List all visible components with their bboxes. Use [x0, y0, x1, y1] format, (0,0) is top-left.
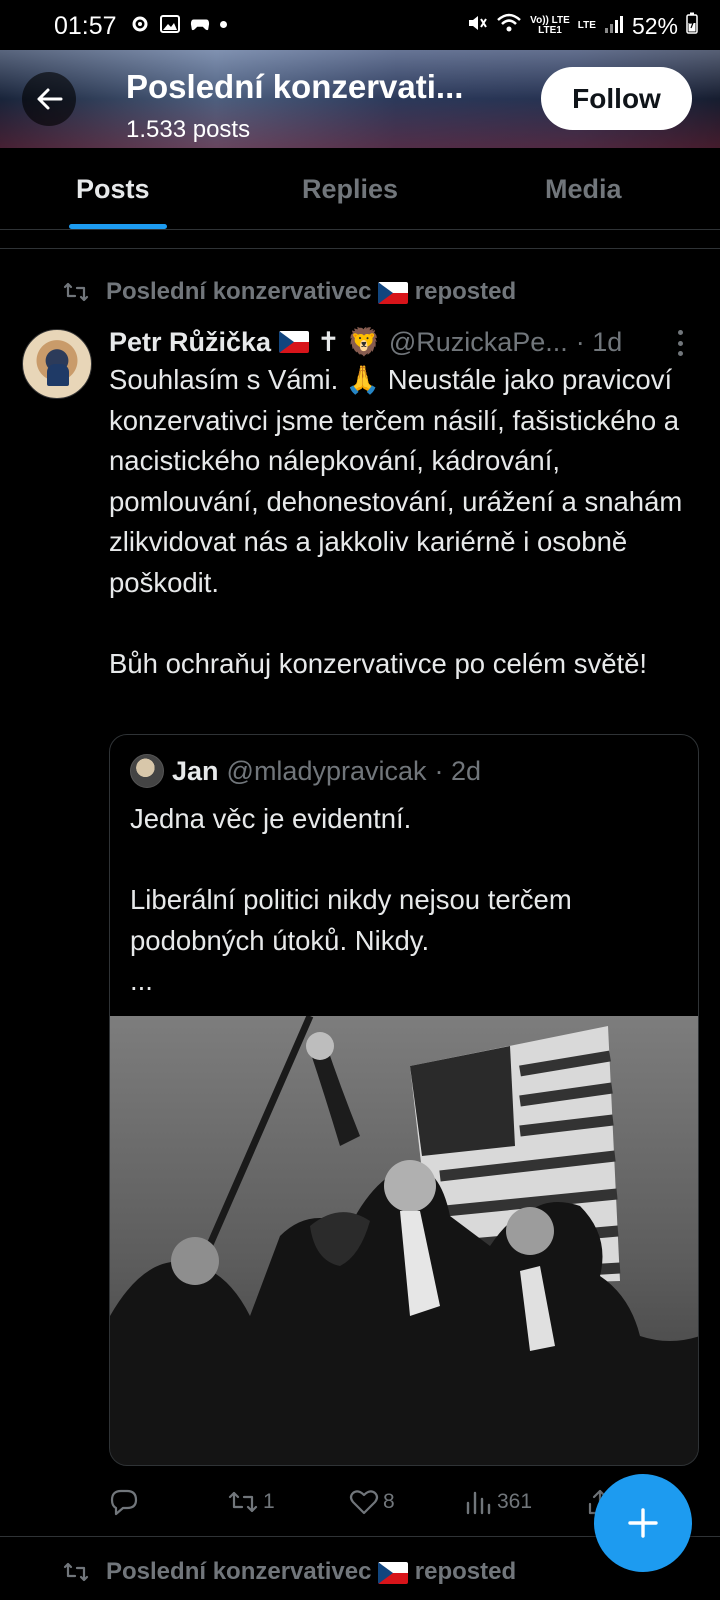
signal-icon [604, 13, 624, 40]
system-icons: Vo)) LTE LTE1 LTE 52% [466, 12, 698, 40]
reply-icon [110, 1489, 138, 1516]
quoted-tweet-header: Jan @mladypravicak · 2d [130, 751, 481, 791]
notification-icons [130, 14, 227, 34]
reposter-name: Poslední konzervativec [106, 1558, 372, 1585]
author-name-emoji: ✝ 🦁 [317, 327, 381, 357]
repost-icon [228, 1491, 258, 1513]
author-avatar[interactable] [22, 329, 92, 399]
reposter-name: Poslední konzervativec [106, 278, 372, 305]
like-count: 8 [383, 1490, 395, 1513]
repost-count: 1 [263, 1490, 275, 1513]
quoted-tweet-photo[interactable] [110, 1016, 698, 1465]
quoted-author-avatar [130, 754, 164, 788]
czech-flag-icon [378, 1561, 409, 1584]
posts-count: 1.533 posts [126, 116, 251, 143]
views-button[interactable]: 361 [465, 1482, 532, 1522]
quoted-author-handle: @mladypravicak [226, 755, 427, 786]
tweet-text: Souhlasím s Vámi. 🙏 Neustále jako pravic… [109, 364, 683, 679]
profile-title: Poslední konzervati... [126, 68, 464, 105]
author-name[interactable]: Petr Růžička [109, 327, 271, 358]
game-controller-icon [190, 14, 210, 34]
tweet-time: · 1d [575, 326, 623, 357]
active-tab-indicator [69, 224, 167, 229]
repost-label: reposted [414, 278, 517, 305]
quoted-tweet-time: · 2d [434, 755, 482, 786]
tab-posts[interactable]: Posts [76, 148, 150, 230]
repost-label: reposted [414, 1558, 517, 1585]
author-handle[interactable]: @RuzickaPe... [389, 327, 568, 358]
follow-button[interactable]: Follow [541, 67, 692, 130]
battery-icon [686, 12, 698, 40]
profile-header-banner: Poslední konzervati... 1.533 posts Follo… [0, 50, 720, 148]
tab-media[interactable]: Media [545, 148, 622, 230]
repost-icon [63, 282, 89, 302]
quoted-tweet-text: Jedna věc je evidentní. Liberální politi… [130, 803, 572, 996]
settings-gear-icon [130, 14, 150, 34]
status-time: 01:57 [54, 12, 117, 40]
repost-icon [63, 1562, 89, 1582]
more-options-icon[interactable] [676, 330, 684, 356]
battery-percent: 52% [631, 12, 678, 39]
bar-chart-icon [466, 1491, 491, 1515]
tab-replies[interactable]: Replies [302, 148, 398, 230]
quoted-author-name: Jan [172, 755, 219, 786]
volte-indicator: Vo)) LTE LTE1 [530, 15, 570, 36]
back-button[interactable] [22, 72, 76, 126]
status-bar: 01:57 Vo)) LTE LTE1 LTE 52% [0, 0, 720, 50]
quoted-tweet-card[interactable]: Jan @mladypravicak · 2d Jedna věc je evi… [109, 734, 699, 1466]
gallery-icon [160, 14, 180, 34]
mute-icon [466, 12, 488, 40]
repost-button[interactable]: 1 [227, 1482, 275, 1522]
wifi-icon [496, 12, 522, 40]
repost-context[interactable]: Poslední konzervativec reposted [62, 274, 516, 310]
profile-tabs: Posts Replies Media [0, 148, 720, 230]
czech-flag-icon [378, 281, 409, 304]
tweet-header: Petr Růžička ✝ 🦁 @RuzickaPe... · 1d [109, 322, 699, 362]
notification-dot-icon [220, 20, 227, 28]
arrow-left-icon [37, 88, 63, 110]
compose-post-button[interactable] [594, 1474, 692, 1572]
like-button[interactable]: 8 [349, 1482, 395, 1522]
heart-icon [349, 1490, 379, 1515]
repost-context[interactable]: Poslední konzervativec reposted [62, 1554, 516, 1590]
views-count: 361 [497, 1490, 533, 1513]
plus-icon [628, 1508, 658, 1538]
czech-flag-icon [279, 331, 310, 353]
divider [0, 248, 720, 249]
lte-indicator: LTE [577, 20, 596, 31]
reply-button[interactable] [109, 1482, 143, 1522]
photo-illustration [110, 1016, 698, 1465]
